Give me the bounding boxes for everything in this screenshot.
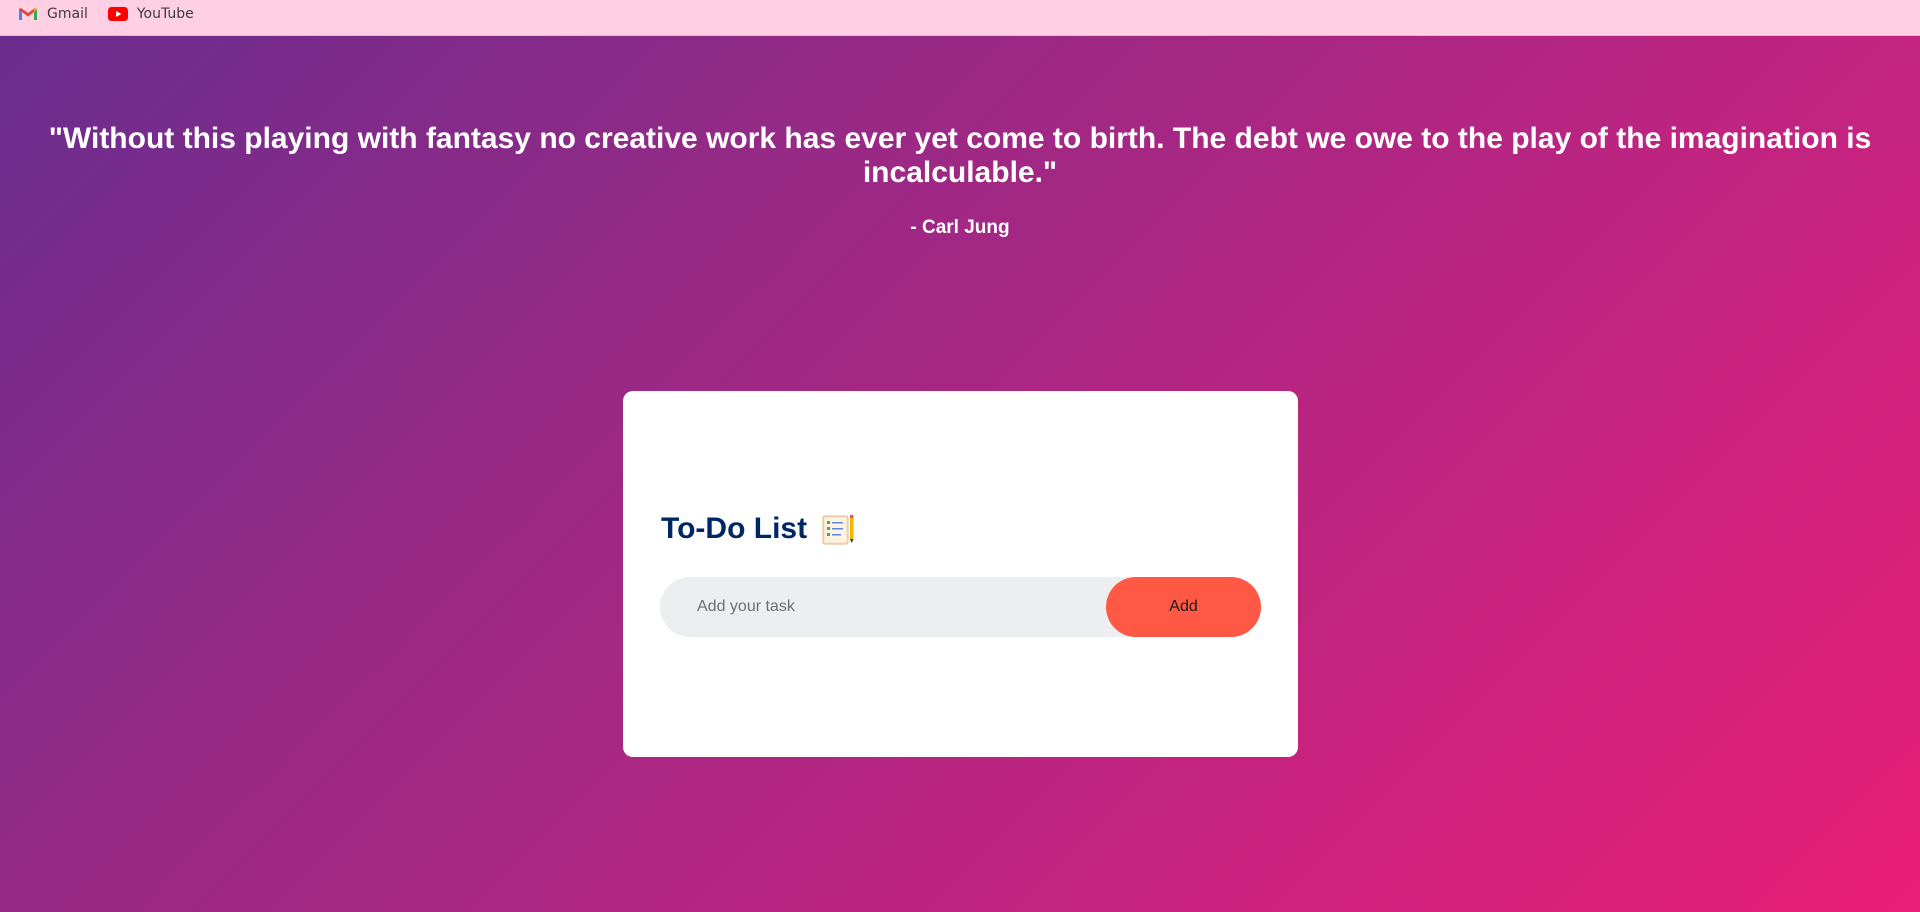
- page-background: "Without this playing with fantasy no cr…: [0, 36, 1920, 912]
- checklist-pencil-icon: [821, 513, 855, 545]
- bookmark-youtube[interactable]: YouTube: [107, 0, 194, 28]
- add-button[interactable]: Add: [1106, 577, 1261, 637]
- task-input-row: Add: [660, 577, 1261, 637]
- bookmarks-bar: Gmail YouTube: [0, 0, 1920, 36]
- todo-title: To-Do List: [661, 512, 855, 546]
- bookmark-label: Gmail: [47, 6, 88, 22]
- quote-author: - Carl Jung: [910, 217, 1010, 238]
- gmail-icon: [18, 7, 38, 21]
- youtube-icon: [107, 7, 128, 21]
- bookmark-label: YouTube: [136, 6, 194, 22]
- task-input[interactable]: [660, 577, 1100, 637]
- quote-text: "Without this playing with fantasy no cr…: [48, 122, 1872, 189]
- todo-card: To-Do List Add: [623, 391, 1298, 757]
- bookmark-gmail[interactable]: Gmail: [18, 0, 88, 28]
- todo-title-text: To-Do List: [661, 512, 808, 545]
